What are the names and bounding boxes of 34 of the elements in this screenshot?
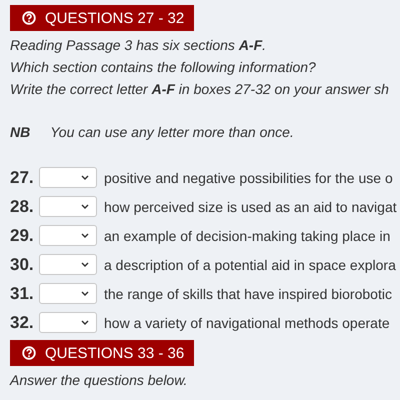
chevron-down-icon [81, 262, 89, 267]
help-icon [22, 346, 36, 360]
chevron-down-icon [81, 175, 89, 180]
question-number: 30. [10, 254, 35, 274]
question-number: 27. [10, 168, 35, 188]
chevron-down-icon [81, 204, 89, 209]
instruction-text: Answer the questions below. [10, 371, 188, 390]
question-text: the range of skills that have inspired biorobotic [104, 286, 392, 302]
section-title: QUESTIONS 33 - 36 [45, 344, 184, 362]
answer-dropdown[interactable] [39, 167, 97, 188]
section-title: QUESTIONS 27 - 32 [45, 10, 184, 26]
chevron-down-icon [81, 233, 89, 238]
question-number: 29. [10, 226, 35, 246]
answer-dropdown[interactable] [39, 283, 97, 304]
answer-dropdown[interactable] [39, 254, 97, 275]
instruction-text: Which section contains the following information? [10, 58, 317, 77]
answer-dropdown[interactable] [39, 225, 97, 246]
question-number: 32. [10, 312, 35, 332]
answer-dropdown[interactable] [39, 196, 97, 217]
note-text: You can use any letter more than once. [50, 124, 294, 140]
question-text: how perceived size is used as an aid to navigat [104, 198, 397, 214]
instruction-text: Write the correct letter A-F in boxes 27-32 on your answer sh [10, 80, 390, 99]
note-label: NB [10, 124, 30, 140]
help-icon [22, 11, 36, 25]
question-text: positive and negative possibilities for the use o [104, 170, 393, 186]
question-number: 28. [10, 196, 35, 216]
question-text: an example of decision-making taking place in [104, 228, 390, 244]
chevron-down-icon [81, 291, 89, 296]
answer-dropdown[interactable] [39, 312, 97, 333]
question-number: 31. [10, 284, 35, 304]
question-text: a description of a potential aid in space explora [104, 256, 396, 272]
chevron-down-icon [81, 320, 89, 325]
instruction-text: Reading Passage 3 has six sections A-F. [10, 36, 268, 55]
question-text: how a variety of navigational methods operate [104, 314, 390, 330]
